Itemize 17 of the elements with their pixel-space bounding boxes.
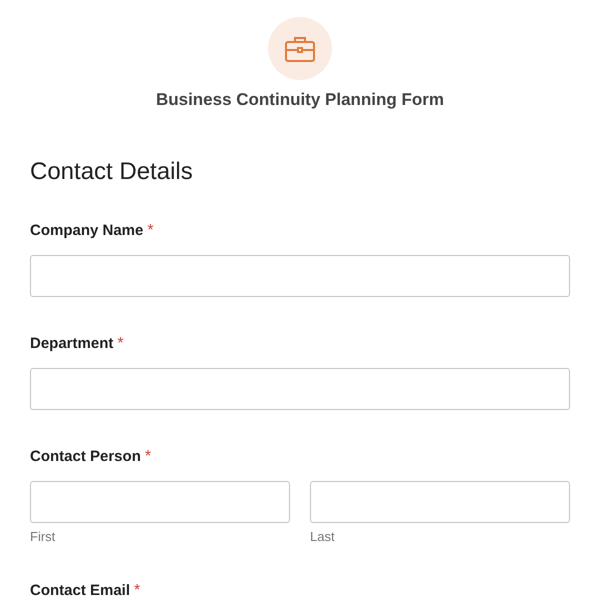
required-mark: * [144, 448, 152, 465]
input-field[interactable] [30, 481, 290, 523]
input-field[interactable] [30, 255, 570, 297]
field-label: Department [30, 335, 114, 352]
section-title: Contact Details [30, 158, 194, 186]
required-mark: * [117, 335, 124, 352]
form-title: Business Continuity Planning Form [156, 90, 444, 110]
field-label: Contact Person [30, 448, 141, 465]
briefcase-icon [284, 34, 316, 62]
field-label: Contact Email [30, 582, 130, 599]
required-mark: * [147, 222, 154, 239]
field-label: Company Name [30, 222, 144, 239]
sublabel: First [30, 529, 56, 544]
required-mark: * [134, 582, 140, 599]
input-field[interactable] [310, 481, 570, 523]
sublabel: Last [310, 529, 336, 544]
input-field[interactable] [30, 368, 570, 410]
